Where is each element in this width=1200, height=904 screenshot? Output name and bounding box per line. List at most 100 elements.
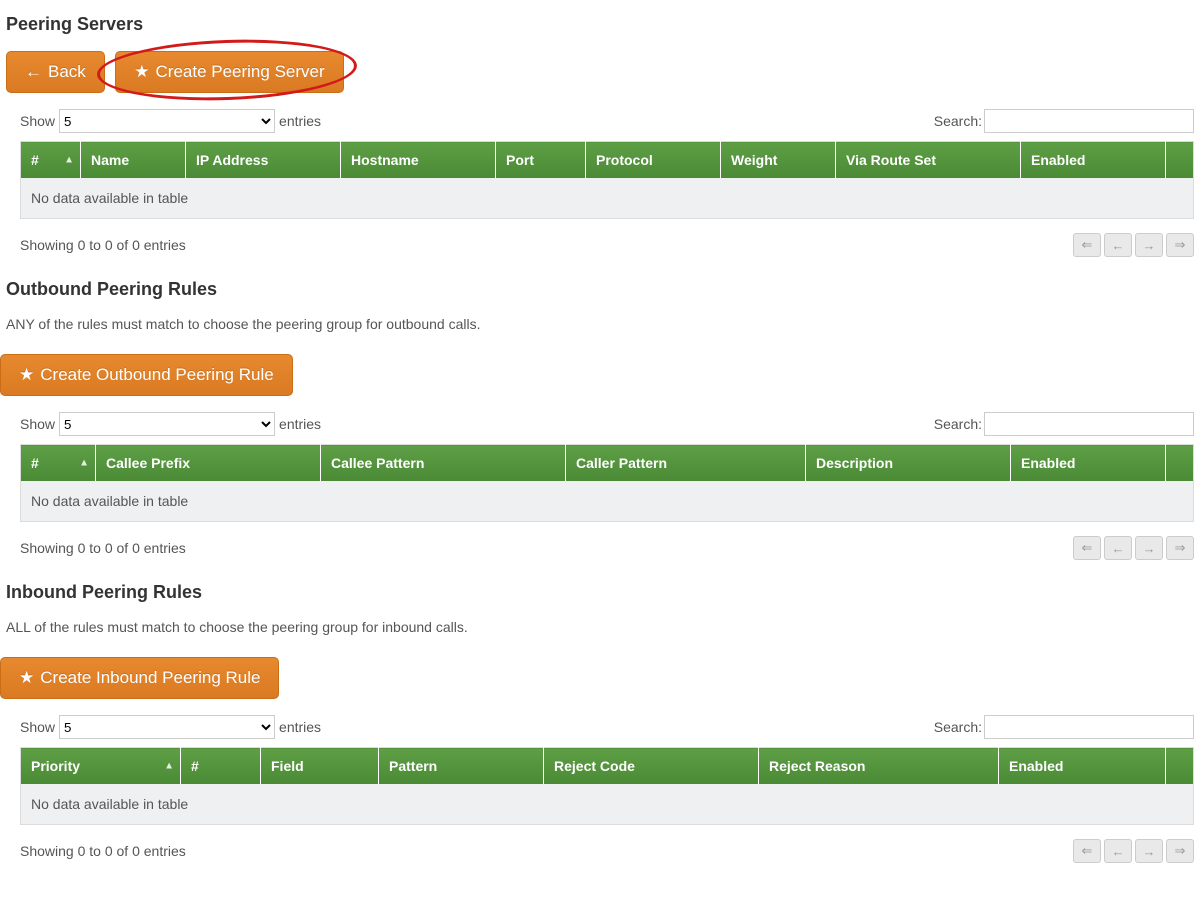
outbound-header-row: #▲ Callee Prefix Callee Pattern Caller P… bbox=[21, 445, 1194, 482]
col-actions bbox=[1166, 445, 1194, 482]
outbound-table: #▲ Callee Prefix Callee Pattern Caller P… bbox=[20, 444, 1194, 522]
col-number[interactable]: #▲ bbox=[21, 142, 81, 179]
servers-table-block: Show 5 entries Search: #▲ Name IP Addres… bbox=[20, 109, 1194, 257]
col-enabled[interactable]: Enabled bbox=[1021, 142, 1166, 179]
servers-header-row: #▲ Name IP Address Hostname Port Protoco… bbox=[21, 142, 1194, 179]
col-actions bbox=[1166, 142, 1194, 179]
inbound-header-row: Priority▲ # Field Pattern Reject Code Re… bbox=[21, 748, 1194, 785]
back-button-label: Back bbox=[48, 62, 86, 82]
servers-showing-info: Showing 0 to 0 of 0 entries bbox=[20, 237, 186, 253]
arrow-left-icon bbox=[25, 62, 42, 82]
table-row-empty: No data available in table bbox=[21, 784, 1194, 825]
search-label: Search: bbox=[934, 113, 982, 129]
pager-next[interactable]: → bbox=[1135, 536, 1163, 560]
col-hostname[interactable]: Hostname bbox=[341, 142, 496, 179]
create-peering-server-button[interactable]: Create Peering Server bbox=[115, 51, 343, 93]
sort-asc-icon: ▲ bbox=[164, 761, 174, 772]
create-peering-server-label: Create Peering Server bbox=[156, 62, 325, 82]
inbound-table: Priority▲ # Field Pattern Reject Code Re… bbox=[20, 747, 1194, 825]
outbound-pagesize-select[interactable]: 5 bbox=[59, 412, 275, 436]
col-weight[interactable]: Weight bbox=[721, 142, 836, 179]
inbound-info-row: Showing 0 to 0 of 0 entries ⇐ ← → ⇒ bbox=[20, 839, 1194, 863]
outbound-controls: Show 5 entries Search: bbox=[20, 412, 1194, 436]
col-protocol[interactable]: Protocol bbox=[586, 142, 721, 179]
show-label: Show bbox=[20, 416, 55, 432]
servers-pagesize-select[interactable]: 5 bbox=[59, 109, 275, 133]
pager-prev[interactable]: ← bbox=[1104, 536, 1132, 560]
servers-controls: Show 5 entries Search: bbox=[20, 109, 1194, 133]
inbound-pagesize-select[interactable]: 5 bbox=[59, 715, 275, 739]
create-outbound-rule-button[interactable]: Create Outbound Peering Rule bbox=[0, 354, 293, 396]
pager-prev[interactable]: ← bbox=[1104, 233, 1132, 257]
col-enabled[interactable]: Enabled bbox=[999, 748, 1166, 785]
entries-label: entries bbox=[279, 416, 321, 432]
pager-first[interactable]: ⇐ bbox=[1073, 839, 1101, 863]
inbound-pager: ⇐ ← → ⇒ bbox=[1073, 839, 1194, 863]
create-outbound-label: Create Outbound Peering Rule bbox=[40, 365, 273, 385]
pager-next[interactable]: → bbox=[1135, 233, 1163, 257]
col-actions bbox=[1166, 748, 1194, 785]
entries-label: entries bbox=[279, 719, 321, 735]
no-data-cell: No data available in table bbox=[21, 784, 1194, 825]
col-reject-reason[interactable]: Reject Reason bbox=[759, 748, 999, 785]
col-number[interactable]: #▲ bbox=[21, 445, 96, 482]
search-label: Search: bbox=[934, 416, 982, 432]
show-label: Show bbox=[20, 719, 55, 735]
outbound-pager: ⇐ ← → ⇒ bbox=[1073, 536, 1194, 560]
back-button[interactable]: Back bbox=[6, 51, 105, 93]
col-number[interactable]: # bbox=[181, 748, 261, 785]
create-inbound-rule-button[interactable]: Create Inbound Peering Rule bbox=[0, 657, 279, 699]
star-icon bbox=[19, 365, 34, 385]
inbound-table-block: Show 5 entries Search: Priority▲ # Field… bbox=[20, 715, 1194, 863]
pager-last[interactable]: ⇒ bbox=[1166, 839, 1194, 863]
sort-asc-icon: ▲ bbox=[79, 458, 89, 469]
pager-last[interactable]: ⇒ bbox=[1166, 536, 1194, 560]
servers-button-row: Back Create Peering Server bbox=[6, 51, 1194, 93]
col-description[interactable]: Description bbox=[806, 445, 1011, 482]
outbound-desc: ANY of the rules must match to choose th… bbox=[6, 316, 1194, 332]
outbound-table-block: Show 5 entries Search: #▲ Callee Prefix … bbox=[20, 412, 1194, 560]
outbound-title: Outbound Peering Rules bbox=[6, 279, 1194, 300]
outbound-search-input[interactable] bbox=[984, 412, 1194, 436]
peering-servers-title: Peering Servers bbox=[6, 14, 1194, 35]
servers-table: #▲ Name IP Address Hostname Port Protoco… bbox=[20, 141, 1194, 219]
sort-asc-icon: ▲ bbox=[64, 155, 74, 166]
servers-search-input[interactable] bbox=[984, 109, 1194, 133]
col-callee-pattern[interactable]: Callee Pattern bbox=[321, 445, 566, 482]
servers-info-row: Showing 0 to 0 of 0 entries ⇐ ← → ⇒ bbox=[20, 233, 1194, 257]
col-callee-prefix[interactable]: Callee Prefix bbox=[96, 445, 321, 482]
pager-first[interactable]: ⇐ bbox=[1073, 536, 1101, 560]
pager-next[interactable]: → bbox=[1135, 839, 1163, 863]
pager-prev[interactable]: ← bbox=[1104, 839, 1132, 863]
col-pattern[interactable]: Pattern bbox=[379, 748, 544, 785]
no-data-cell: No data available in table bbox=[21, 481, 1194, 522]
servers-pager: ⇐ ← → ⇒ bbox=[1073, 233, 1194, 257]
col-ip[interactable]: IP Address bbox=[186, 142, 341, 179]
table-row-empty: No data available in table bbox=[21, 481, 1194, 522]
inbound-showing-info: Showing 0 to 0 of 0 entries bbox=[20, 843, 186, 859]
star-icon bbox=[134, 62, 149, 82]
inbound-controls: Show 5 entries Search: bbox=[20, 715, 1194, 739]
no-data-cell: No data available in table bbox=[21, 178, 1194, 219]
inbound-search-input[interactable] bbox=[984, 715, 1194, 739]
col-caller-pattern[interactable]: Caller Pattern bbox=[566, 445, 806, 482]
outbound-showing-info: Showing 0 to 0 of 0 entries bbox=[20, 540, 186, 556]
col-port[interactable]: Port bbox=[496, 142, 586, 179]
col-name[interactable]: Name bbox=[81, 142, 186, 179]
star-icon bbox=[19, 668, 34, 688]
inbound-title: Inbound Peering Rules bbox=[6, 582, 1194, 603]
outbound-info-row: Showing 0 to 0 of 0 entries ⇐ ← → ⇒ bbox=[20, 536, 1194, 560]
show-label: Show bbox=[20, 113, 55, 129]
search-label: Search: bbox=[934, 719, 982, 735]
table-row-empty: No data available in table bbox=[21, 178, 1194, 219]
col-enabled[interactable]: Enabled bbox=[1011, 445, 1166, 482]
col-reject-code[interactable]: Reject Code bbox=[544, 748, 759, 785]
col-via-route[interactable]: Via Route Set bbox=[836, 142, 1021, 179]
entries-label: entries bbox=[279, 113, 321, 129]
pager-last[interactable]: ⇒ bbox=[1166, 233, 1194, 257]
inbound-desc: ALL of the rules must match to choose th… bbox=[6, 619, 1194, 635]
col-field[interactable]: Field bbox=[261, 748, 379, 785]
pager-first[interactable]: ⇐ bbox=[1073, 233, 1101, 257]
create-inbound-label: Create Inbound Peering Rule bbox=[40, 668, 260, 688]
col-priority[interactable]: Priority▲ bbox=[21, 748, 181, 785]
